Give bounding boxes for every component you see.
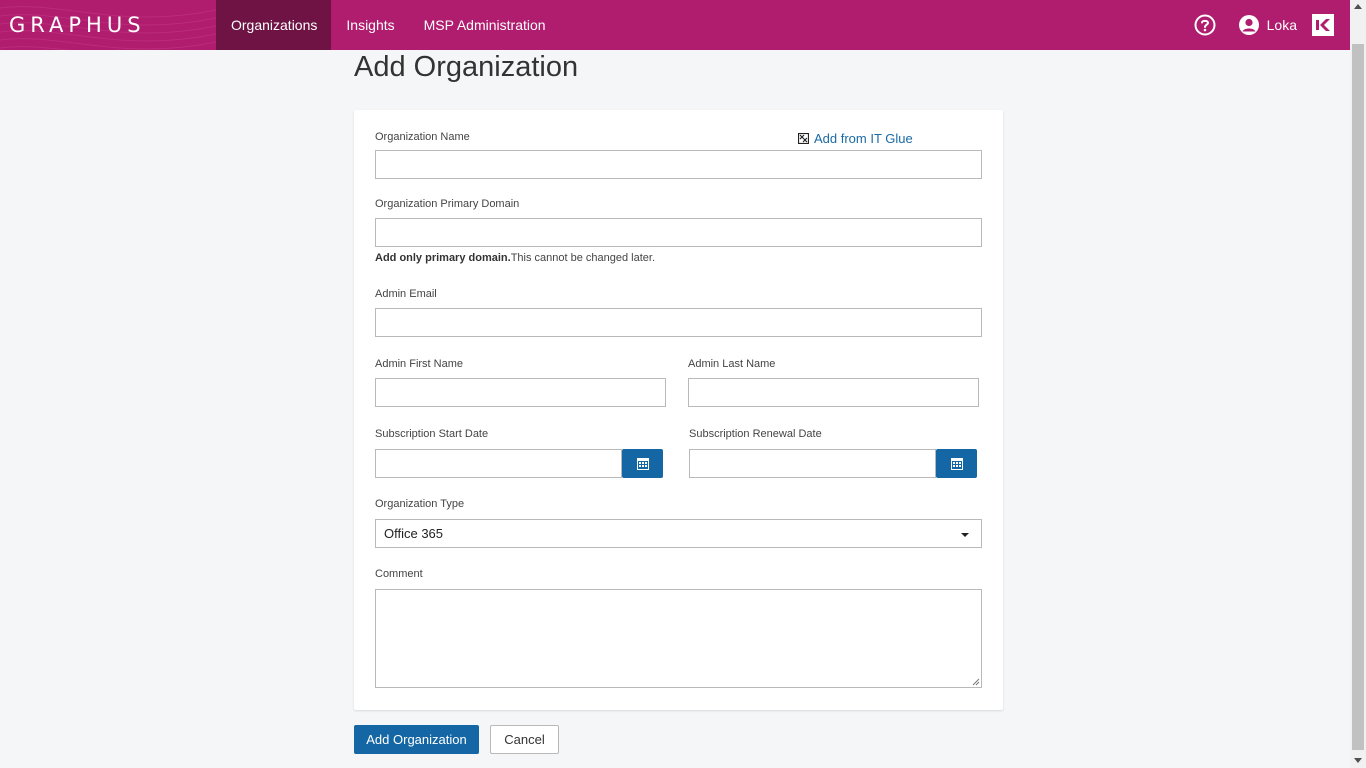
org-type-selected-value: Office 365 <box>384 526 444 541</box>
admin-last-name-label: Admin Last Name <box>688 358 776 370</box>
caret-down-icon <box>961 533 969 537</box>
sub-start-date-input[interactable] <box>375 449 622 478</box>
org-type-label: Organization Type <box>375 498 465 510</box>
primary-domain-hint-text: This cannot be changed later. <box>510 252 656 264</box>
sub-renewal-date-label: Subscription Renewal Date <box>689 428 822 440</box>
calendar-icon <box>636 458 649 470</box>
primary-domain-input[interactable] <box>375 218 982 247</box>
admin-first-name-label: Admin First Name <box>375 358 464 370</box>
scroll-up-arrow-icon[interactable] <box>1354 4 1362 9</box>
comment-label: Comment <box>375 568 423 580</box>
admin-email-label: Admin Email <box>375 288 437 300</box>
page-scrollbar[interactable] <box>1350 0 1366 768</box>
add-from-it-glue-link[interactable]: Add from IT Glue <box>798 131 913 146</box>
sub-start-date-label: Subscription Start Date <box>375 428 489 440</box>
logo-text: GRAPHUS <box>9 13 146 37</box>
primary-domain-label: Organization Primary Domain <box>375 198 520 210</box>
graphus-logo[interactable]: GRAPHUS <box>9 8 146 42</box>
sub-start-calendar-button[interactable] <box>622 449 663 478</box>
primary-domain-hint-bold: Add only primary domain. <box>375 252 511 264</box>
sub-renewal-date-input[interactable] <box>689 449 936 478</box>
add-organization-button[interactable]: Add Organization <box>354 725 479 754</box>
kaseya-logo-icon[interactable] <box>1312 14 1334 36</box>
cancel-button[interactable]: Cancel <box>490 725 559 754</box>
sub-renewal-calendar-button[interactable] <box>936 449 977 478</box>
page-title: Add Organization <box>354 51 579 83</box>
add-organization-form: Organization Name Add from IT Glue Organ… <box>354 110 1003 710</box>
nav-right: Loka <box>1194 0 1350 50</box>
user-circle-icon[interactable] <box>1238 14 1260 36</box>
admin-last-name-input[interactable] <box>688 378 979 407</box>
question-circle-icon[interactable] <box>1194 14 1216 36</box>
top-navigation-bar: GRAPHUS Organizations Insights MSP Admin… <box>0 0 1350 50</box>
scroll-thumb[interactable] <box>1352 44 1364 750</box>
it-glue-icon <box>798 133 809 144</box>
nav-item-msp-administration[interactable]: MSP Administration <box>409 0 560 50</box>
nav-item-organizations[interactable]: Organizations <box>216 0 332 50</box>
nav-item-insights[interactable]: Insights <box>331 0 408 50</box>
comment-textarea[interactable] <box>375 589 982 688</box>
admin-email-input[interactable] <box>375 308 982 337</box>
admin-first-name-input[interactable] <box>375 378 666 407</box>
main-nav: Organizations Insights MSP Administratio… <box>216 0 560 50</box>
it-glue-link-label: Add from IT Glue <box>814 131 913 146</box>
org-name-label: Organization Name <box>375 131 470 143</box>
scroll-down-arrow-icon[interactable] <box>1354 758 1362 763</box>
user-name[interactable]: Loka <box>1267 17 1297 33</box>
org-name-input[interactable] <box>375 150 982 179</box>
kaseya-k-glyph <box>1316 19 1330 31</box>
calendar-icon <box>950 458 963 470</box>
primary-domain-hint: Add only primary domain.This cannot be c… <box>375 252 655 264</box>
org-type-select[interactable]: Office 365 <box>375 519 982 548</box>
resize-grip-icon[interactable] <box>972 678 980 686</box>
